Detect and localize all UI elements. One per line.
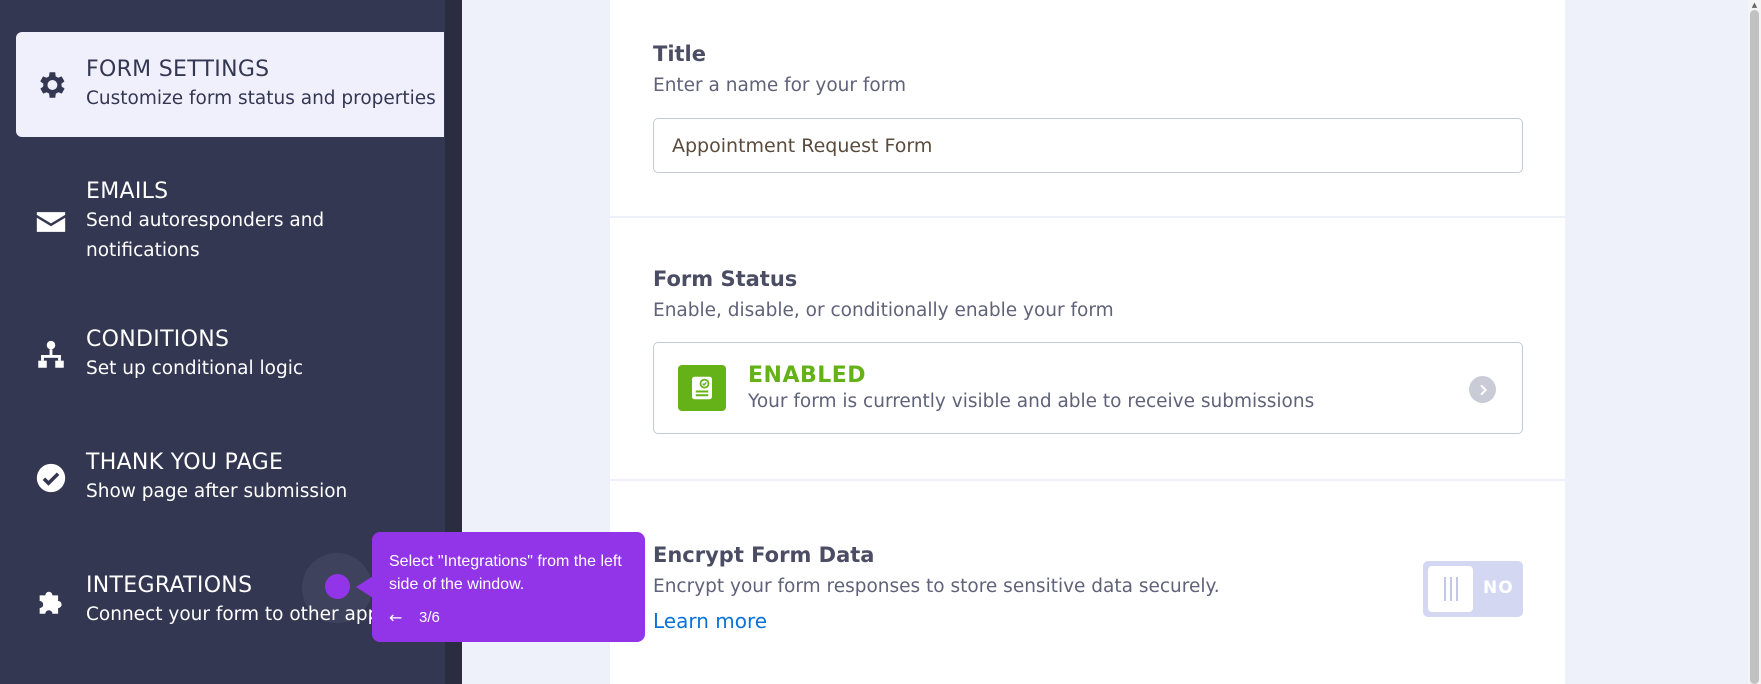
sidebar-item-conditions[interactable]: CONDITIONS Set up conditional logic [16,320,444,390]
toggle-handle [1428,566,1473,612]
form-status-heading: Form Status [653,267,798,291]
sidebar-item-emails[interactable]: EMAILS Send autoresponders and notificat… [16,172,444,272]
puzzle-icon [16,584,86,618]
form-title-input[interactable]: Appointment Request Form [653,118,1523,173]
title-description: Enter a name for your form [653,75,907,96]
form-status-card: Form Status Enable, disable, or conditio… [610,218,1565,479]
encrypt-description: Encrypt your form responses to store sen… [653,576,1220,597]
tour-beacon[interactable] [325,574,350,599]
tooltip-step-counter: 3/6 [419,609,440,626]
tooltip-arrow [356,576,373,598]
back-arrow-icon[interactable]: ← [389,608,402,627]
title-card: Title Enter a name for your form Appoint… [610,0,1565,216]
tour-tooltip: Select "Integrations" from the left side… [372,532,645,642]
check-circle-icon [16,461,86,495]
sidebar-item-title: CONDITIONS [86,327,230,352]
sidebar-item-subtitle: Customize form status and properties [86,87,436,109]
encrypt-toggle[interactable]: NO [1423,561,1523,617]
scrollbar-thumb[interactable] [1750,10,1759,684]
sitemap-icon [16,338,86,372]
form-status-description: Enable, disable, or conditionally enable… [653,300,1114,321]
scroll-up-arrow-icon[interactable]: ▲ [1750,0,1759,10]
sidebar-item-thank-you-page[interactable]: THANK YOU PAGE Show page after submissio… [16,443,444,513]
encrypt-card: Encrypt Form Data Encrypt your form resp… [610,481,1565,684]
sidebar-item-subtitle: Set up conditional logic [86,358,304,379]
toggle-label: NO [1483,578,1514,598]
gear-icon [16,68,86,102]
sidebar-item-subtitle: Show page after submission [86,481,348,502]
sidebar-item-subtitle: Send autoresponders and [86,210,325,231]
status-badge: ENABLED [748,363,867,388]
envelope-icon [16,205,86,239]
sidebar-item-title: THANK YOU PAGE [86,450,284,475]
sidebar-item-subtitle: notifications [86,240,200,261]
form-enabled-icon [678,365,726,411]
encrypt-heading: Encrypt Form Data [653,543,875,567]
status-description: Your form is currently visible and able … [748,391,1315,412]
tooltip-text: Select "Integrations" from the left side… [389,553,622,593]
sidebar-item-form-settings[interactable]: FORM SETTINGS Customize form status and … [16,32,444,137]
form-status-selector[interactable]: ENABLED Your form is currently visible a… [653,342,1523,434]
title-heading: Title [653,42,707,66]
sidebar-item-title: EMAILS [86,179,169,204]
learn-more-link[interactable]: Learn more [653,609,767,633]
chevron-right-icon[interactable] [1469,376,1496,403]
sidebar-item-title: FORM SETTINGS [86,56,270,82]
